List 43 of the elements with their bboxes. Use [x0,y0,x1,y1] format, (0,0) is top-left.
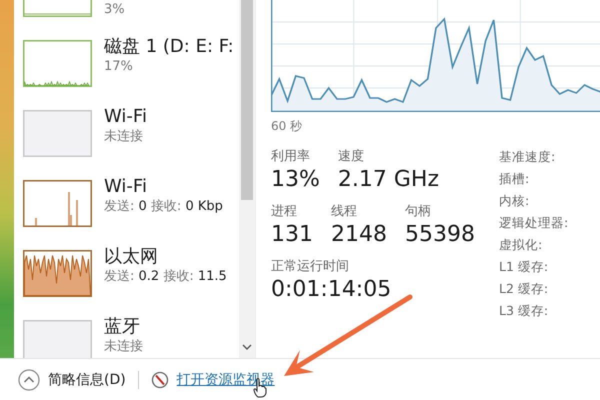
usage-thumbnail [23,180,92,227]
detail-label: L2 缓存: [499,280,550,298]
scrollbar[interactable] [239,0,255,358]
scrollbar-thumb[interactable] [241,0,253,200]
resource-monitor-icon [150,370,169,388]
detail-label: 基准速度: [499,148,556,166]
detail-label: 虚拟化: [499,236,544,254]
stat-label: 利用率 [271,148,311,165]
detail-label: L1 缓存: [499,258,550,276]
stat-value: 2.17 GHz [338,166,440,194]
stat-value: 2148 [331,221,387,249]
item-subtitle: 17% [104,58,134,75]
item-subtitle: 未连接 [104,338,143,355]
stat-value: 55398 [405,221,475,249]
stat-value: 13% [271,166,320,194]
detail-label: 插槽: [499,170,530,188]
stat-label: 线程 [331,203,358,220]
stat-value: 0:01:14:05 [271,276,392,304]
item-title: Wi-Fi [104,176,148,198]
collapse-chevron-icon [18,368,40,390]
item-subtitle: 发送: 0 接收: 0 Kbp [104,198,223,215]
item-subtitle: 发送: 0.2 接收: 11.5 [104,268,227,285]
item-title: Wi-Fi [104,106,147,128]
usage-thumbnail [23,40,92,87]
usage-thumbnail [23,320,92,358]
stat-label: 正常运行时间 [271,258,350,275]
time-span-label: 60 秒 [271,118,304,135]
item-title: 磁盘 1 (D: E: F: [104,36,234,58]
scroll-down-icon[interactable] [242,344,252,350]
detail-label: 内核: [499,192,530,210]
detail-label: L3 缓存: [499,302,550,320]
stat-label: 进程 [271,203,298,220]
item-subtitle: 未连接 [104,128,144,145]
stat-value: 131 [271,221,313,249]
item-subtitle: 3% [104,1,125,18]
detail-label: 逻辑处理器: [499,214,568,232]
stat-label: 速度 [338,148,365,165]
summary-toggle-button[interactable]: 简略信息(D) [18,368,126,390]
usage-thumbnail [23,250,92,297]
stat-label: 句柄 [405,203,432,220]
item-title: 以太网 [104,246,159,268]
item-title: 蓝牙 [104,316,141,338]
usage-thumbnail [23,110,92,157]
